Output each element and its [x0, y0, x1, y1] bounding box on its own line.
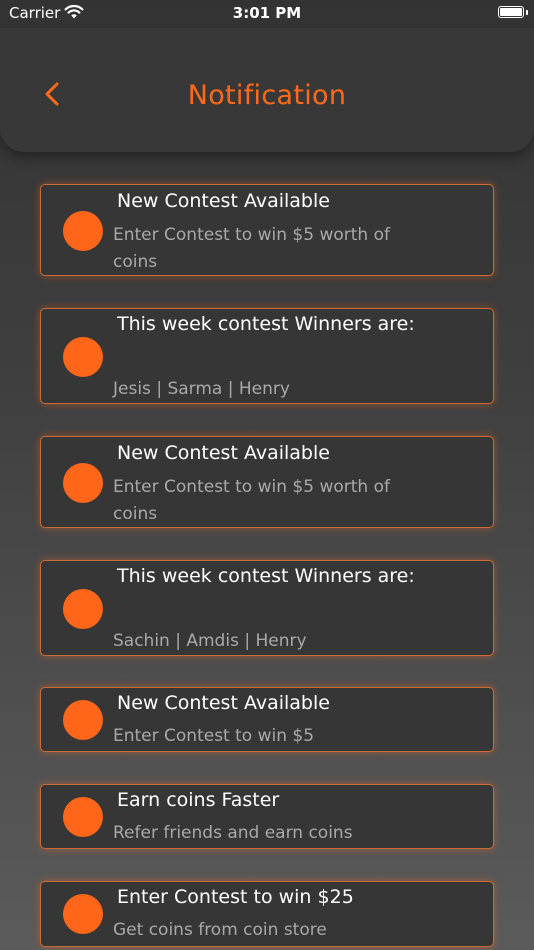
notification-title: New Contest Available [117, 190, 330, 212]
battery-icon [498, 6, 524, 18]
notification-dot-icon [63, 797, 103, 837]
notification-subtitle: Enter Contest to win $5 worth of coins [113, 225, 390, 272]
notification-subtitle: Refer friends and earn coins [113, 823, 353, 843]
page-title: Notification [187, 80, 347, 111]
notification-dot-icon [63, 337, 103, 377]
notification-dot-icon [63, 463, 103, 503]
notification-card[interactable]: This week contest Winners are: Sachin | … [40, 560, 494, 656]
notification-dot-icon [63, 894, 103, 934]
notification-title: This week contest Winners are: [117, 313, 415, 335]
status-bar: Carrier 3:01 PM [0, 0, 534, 28]
notification-card[interactable]: Earn coins Faster Refer friends and earn… [40, 784, 494, 849]
notification-card[interactable]: Enter Contest to win $25 Get coins from … [40, 881, 494, 947]
notification-card[interactable]: This week contest Winners are: Jesis | S… [40, 308, 494, 404]
notification-subtitle: Enter Contest to win $5 worth of coins [113, 477, 390, 524]
notification-title: New Contest Available [117, 692, 330, 714]
notification-dot-icon [63, 700, 103, 740]
notification-dot-icon [63, 589, 103, 629]
battery-tip [526, 10, 528, 15]
notification-dot-icon [63, 211, 103, 251]
notification-card[interactable]: New Contest Available Enter Contest to w… [40, 687, 494, 752]
header-bar: Notification [0, 28, 534, 152]
notification-subtitle: Sachin | Amdis | Henry [113, 631, 307, 651]
status-time: 3:01 PM [232, 4, 302, 22]
notification-title: Enter Contest to win $25 [117, 886, 354, 908]
notification-card[interactable]: New Contest Available Enter Contest to w… [40, 184, 494, 276]
notification-title: New Contest Available [117, 442, 330, 464]
notification-title: This week contest Winners are: [117, 565, 415, 587]
notification-title: Earn coins Faster [117, 789, 280, 811]
notification-subtitle: Get coins from coin store [113, 920, 327, 940]
notification-subtitle: Enter Contest to win $5 [113, 726, 315, 746]
notification-subtitle: Jesis | Sarma | Henry [113, 379, 290, 399]
notification-card[interactable]: New Contest Available Enter Contest to w… [40, 436, 494, 528]
